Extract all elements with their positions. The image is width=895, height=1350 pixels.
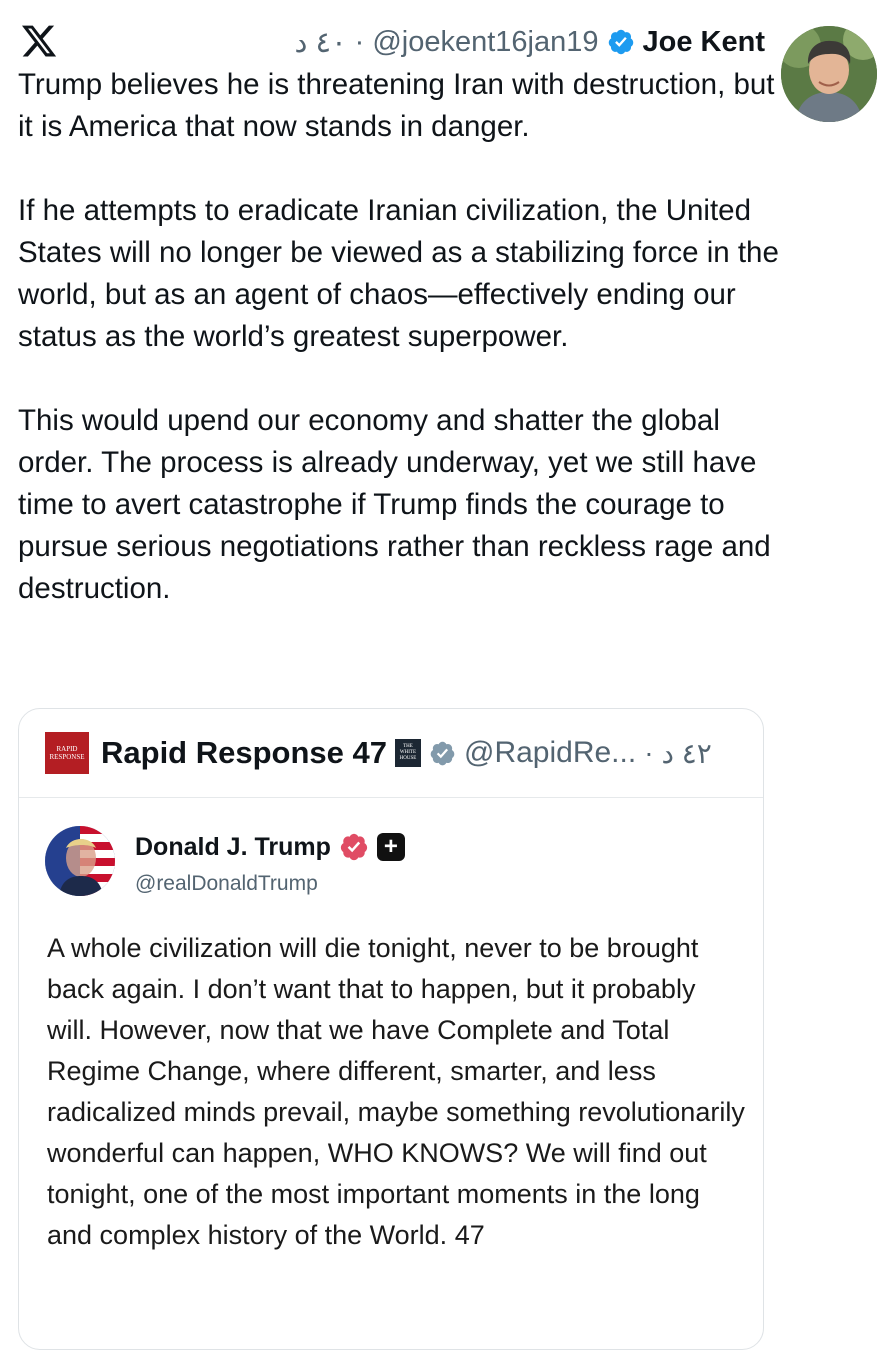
embedded-post-text: A whole civilization will die tonight, n… bbox=[47, 933, 745, 1250]
author-handle[interactable]: @joekent16jan19 bbox=[372, 26, 598, 59]
verified-badge-icon bbox=[608, 29, 633, 55]
x-logo-icon[interactable] bbox=[20, 22, 58, 60]
embedded-author-name: Donald J. Trump bbox=[135, 832, 331, 861]
author-name[interactable]: Joe Kent bbox=[643, 26, 765, 59]
post-author-line: ٤٠ د · @joekent16jan19 Joe Kent bbox=[295, 22, 765, 62]
logo-text: RAPID bbox=[56, 745, 78, 753]
rapid-response-logo[interactable]: RAPID RESPONSE bbox=[45, 732, 89, 774]
avatar-image-icon bbox=[781, 26, 877, 122]
post-paragraph: This would upend our economy and shatter… bbox=[18, 404, 771, 605]
embedded-author-handle: @realDonaldTrump bbox=[135, 872, 318, 895]
quoted-post-card[interactable]: RAPID RESPONSE Rapid Response 47 THE WHI… bbox=[18, 708, 764, 1350]
trump-avatar bbox=[45, 826, 115, 896]
post-paragraph: If he attempts to eradicate Iranian civi… bbox=[18, 194, 779, 353]
affiliate-text: HOUSE bbox=[399, 756, 417, 761]
plus-badge-icon: + bbox=[376, 833, 405, 861]
quoted-post-time[interactable]: ٤٢ د bbox=[662, 737, 712, 770]
post-text: Trump believes he is threatening Iran wi… bbox=[18, 64, 788, 610]
gray-verified-badge-icon bbox=[430, 741, 455, 765]
white-house-affiliate-icon: THE WHITE HOUSE bbox=[394, 739, 421, 767]
meta-separator: · bbox=[644, 737, 654, 768]
meta-separator: · bbox=[354, 25, 365, 58]
author-avatar[interactable] bbox=[781, 26, 877, 122]
post-paragraph: Trump believes he is threatening Iran wi… bbox=[18, 68, 775, 143]
pink-verified-badge-icon bbox=[340, 833, 367, 861]
quoted-author-handle[interactable]: @RapidRe... bbox=[464, 736, 636, 770]
avatar-image-icon bbox=[45, 826, 115, 896]
logo-text: RESPONSE bbox=[49, 753, 85, 761]
quoted-post-header: RAPID RESPONSE Rapid Response 47 THE WHI… bbox=[19, 709, 763, 798]
post-time[interactable]: ٤٠ د bbox=[295, 25, 347, 60]
embedded-author-line: Donald J. Trump + bbox=[135, 832, 405, 862]
quoted-author-name[interactable]: Rapid Response 47 bbox=[101, 735, 387, 771]
